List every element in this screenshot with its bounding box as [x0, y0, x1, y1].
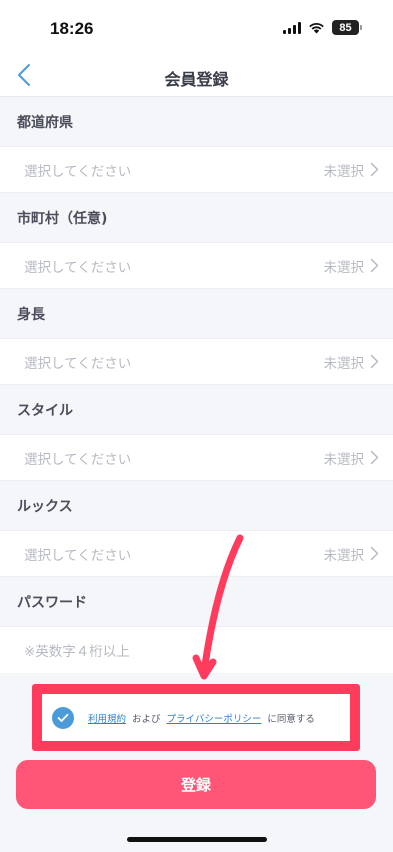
section-header-password: パスワード — [0, 577, 393, 627]
privacy-policy-link[interactable]: プライバシーポリシー — [167, 711, 262, 725]
section-header-city: 市町村（任意) — [0, 193, 393, 243]
password-row — [0, 627, 393, 677]
status-bar: 18:26 85 — [0, 0, 393, 56]
section-header-style: スタイル — [0, 385, 393, 435]
section-header-prefecture: 都道府県 — [0, 97, 393, 147]
looks-status: 未選択 — [323, 547, 365, 564]
status-icons: 85 — [283, 20, 362, 35]
prefecture-status: 未選択 — [323, 163, 365, 180]
chevron-right-icon — [370, 162, 379, 177]
battery-icon: 85 — [332, 20, 362, 35]
chevron-right-icon — [370, 450, 379, 465]
signal-icon — [283, 21, 301, 34]
password-input[interactable] — [24, 643, 364, 660]
section-header-looks: ルックス — [0, 481, 393, 531]
registration-form: 都道府県 選択してください 未選択 市町村（任意) 選択してください 未選択 身… — [0, 97, 393, 677]
agreement-text: 利用規約 および プライバシーポリシー に同意する — [88, 711, 321, 725]
agreement-suffix: に同意する — [267, 713, 315, 725]
page-title: 会員登録 — [164, 70, 229, 89]
chevron-right-icon — [370, 258, 379, 273]
status-time: 18:26 — [50, 19, 94, 38]
prefecture-placeholder: 選択してください — [24, 163, 132, 180]
agree-checkbox[interactable] — [52, 706, 74, 729]
wifi-icon — [309, 22, 324, 33]
style-status: 未選択 — [323, 451, 365, 468]
looks-select[interactable]: 選択してください 未選択 — [0, 531, 393, 577]
height-select[interactable]: 選択してください 未選択 — [0, 339, 393, 385]
prefecture-select[interactable]: 選択してください 未選択 — [0, 147, 393, 193]
city-status: 未選択 — [323, 259, 365, 276]
city-placeholder: 選択してください — [24, 259, 132, 276]
nav-bar: 会員登録 — [0, 56, 393, 97]
chevron-right-icon — [370, 546, 379, 561]
style-select[interactable]: 選択してください 未選択 — [0, 435, 393, 481]
home-indicator — [127, 837, 267, 842]
checkmark-icon — [57, 713, 69, 722]
looks-placeholder: 選択してください — [24, 547, 132, 564]
chevron-right-icon — [370, 354, 379, 369]
style-placeholder: 選択してください — [24, 451, 132, 468]
agreement-highlight-box: 利用規約 および プライバシーポリシー に同意する — [32, 684, 360, 751]
agreement-row: 利用規約 および プライバシーポリシー に同意する — [42, 694, 350, 741]
terms-link[interactable]: 利用規約 — [88, 711, 126, 725]
agreement-and: および — [132, 713, 161, 725]
register-button[interactable]: 登録 — [16, 760, 376, 809]
city-select[interactable]: 選択してください 未選択 — [0, 243, 393, 289]
height-placeholder: 選択してください — [24, 355, 132, 372]
section-header-height: 身長 — [0, 289, 393, 339]
height-status: 未選択 — [323, 355, 365, 372]
